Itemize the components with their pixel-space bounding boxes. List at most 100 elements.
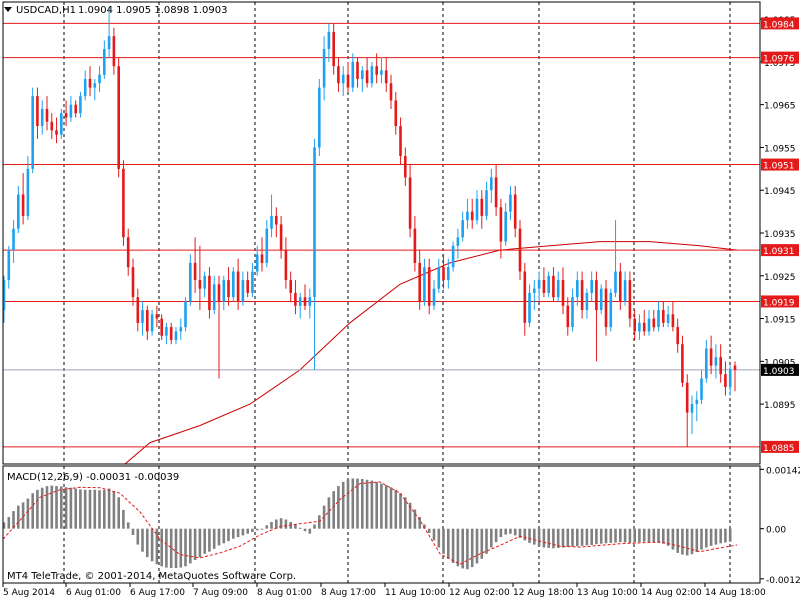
candle-body [413,228,417,263]
current-price-tag-label: 1.0903 [763,367,795,377]
macd-histogram-bar [26,498,30,529]
candle-body [64,113,68,118]
candle-body [45,108,49,122]
candle-body [298,297,302,306]
macd-histogram-bar [141,528,144,552]
macd-histogram-bar [494,528,498,543]
macd-histogram-bar [695,528,699,553]
candle-body [690,404,694,413]
macd-histogram-bar [724,528,727,543]
macd-histogram-bar [308,528,312,534]
macd-histogram-bar [533,528,536,545]
chart-window[interactable]: 1.09851.09751.09651.09551.09451.09351.09… [0,0,800,600]
candle-body [74,104,77,114]
macd-histogram-bar [504,528,507,535]
macd-histogram-bar [31,493,34,529]
macd-histogram-bar [499,528,503,538]
macd-histogram-bar [150,528,154,562]
candle-body [533,288,536,293]
candle-body [595,280,598,310]
macd-histogram-bar [561,528,565,548]
macd-histogram-bar [556,528,560,548]
candle-body [327,31,331,49]
candle-body [638,322,641,332]
macd-histogram-bar [346,479,350,529]
candle-body [404,156,407,178]
candle-body [232,271,235,298]
candle-body [666,314,670,323]
macd-histogram-bar [270,522,273,529]
macd-histogram-bar [456,528,460,567]
macd-histogram-bar [690,528,694,555]
macd-histogram-bar [184,528,187,567]
candle-body [418,262,421,302]
candle-body [619,271,622,302]
macd-histogram-bar [470,528,474,568]
candle-body [98,74,101,84]
price-axis-label: 1.0925 [764,273,796,283]
candle-body [599,288,603,310]
macd-histogram-bar [255,528,259,531]
macd-histogram-bar [7,517,11,529]
candle-body [265,228,269,263]
macd-histogram-bar [513,528,517,536]
time-axis-label: 7 Aug 09:00 [193,588,248,598]
candle-body [275,215,278,225]
candle-body [217,284,221,302]
macd-histogram-bar [212,528,216,549]
candle-body [308,297,312,306]
candle-body [714,357,718,366]
candle-body [222,280,226,302]
ohlc-label: 1.0904 1.0905 1.0898 1.0903 [78,5,228,16]
candle-body [126,237,130,268]
candle-body [676,327,679,345]
candle-body [523,271,527,323]
candle-body [604,288,608,328]
candle-body [466,211,469,221]
candle-body [79,96,82,114]
candle-body [494,177,498,208]
candle-body [227,280,230,298]
candle-body [341,74,345,84]
candle-body [633,318,636,332]
candle-body [470,211,474,221]
macd-histogram-bar [461,528,464,569]
macd-histogram-bar [633,528,636,543]
macd-histogram-bar [351,478,355,529]
candle-body [370,66,374,84]
candle-body [17,194,20,229]
candle-body [614,271,617,293]
candle-body [662,310,665,323]
candle-body [26,168,30,216]
candle-body [456,237,460,246]
macd-histogram-bar [384,485,388,529]
candle-body [642,322,646,332]
macd-indicator-label: MACD(12,26,9) -0.00031 -0.00039 [7,472,179,483]
candle-body [103,49,106,75]
candle-body [499,207,503,242]
macd-histogram-bar [705,528,708,548]
candle-body [279,224,283,251]
price-chart-svg[interactable]: 1.09851.09751.09651.09551.09451.09351.09… [0,0,800,600]
macd-histogram-bar [112,491,116,529]
time-axis-label: 11 Aug 10:00 [385,588,446,598]
candle-body [585,292,589,310]
candle-body [174,331,178,340]
candle-body [107,36,111,49]
price-axis-label: 1.0895 [764,401,796,411]
candle-body [150,314,154,332]
macd-histogram-bar [265,525,269,529]
macd-histogram-bar [528,528,531,543]
candle-body [122,168,125,238]
macd-histogram-bar [609,528,613,543]
candle-body [375,66,378,75]
time-axis-label: 14 Aug 02:00 [641,588,702,598]
macd-histogram-bar [179,528,183,568]
macd-histogram-bar [74,488,77,529]
candle-body [628,280,632,319]
candle-body [236,271,240,302]
candle-body [537,280,541,289]
candle-body [165,327,168,336]
candle-body [50,121,54,131]
macd-histogram-bar [246,528,249,534]
